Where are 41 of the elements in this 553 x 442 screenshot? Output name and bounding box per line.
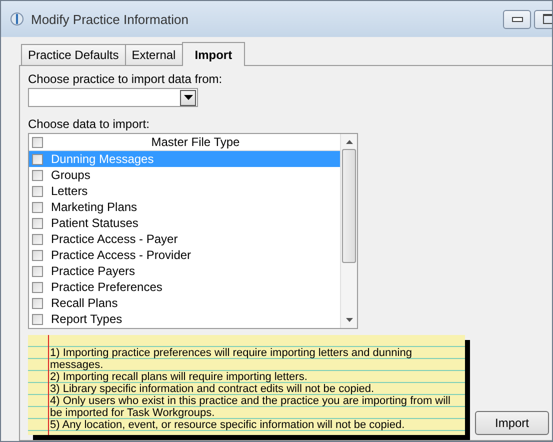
checkbox[interactable] — [32, 298, 43, 308]
tab[interactable]: External — [124, 44, 183, 65]
checkbox[interactable] — [32, 170, 43, 180]
column-header: Master File Type — [150, 135, 241, 149]
select-all-checkbox[interactable] — [32, 136, 43, 148]
practice-dropdown[interactable] — [28, 88, 198, 107]
list-row[interactable]: Recall Plans — [29, 295, 340, 311]
note-text: 4) Only users who exist in this practice and the practice you are importing from will be imported for Task Workgroups. — [50, 395, 452, 419]
note-text: 1) Importing practice preferences will require importing letters and dunning messages. — [50, 347, 413, 371]
note-text: 2) Importing recall plans will require importing letters. — [50, 371, 308, 383]
list-row[interactable]: Patient Statuses — [29, 215, 340, 231]
tab[interactable]: Import — [182, 42, 246, 66]
list-row[interactable]: Practice Payers — [29, 263, 340, 279]
checkbox[interactable] — [32, 218, 43, 228]
field-label: Choose data to import: — [28, 117, 150, 131]
app-icon — [9, 11, 25, 27]
field-label: Choose practice to import data from: — [28, 72, 224, 86]
checkbox[interactable] — [32, 314, 43, 324]
checkbox[interactable] — [32, 234, 43, 244]
list-row[interactable]: Practice Access - Provider — [29, 247, 340, 263]
note-text: 3) Library specific information and contract edits will not be copied. — [50, 383, 376, 395]
checkbox[interactable] — [32, 186, 43, 196]
checkbox[interactable] — [32, 282, 43, 292]
checkbox[interactable] — [32, 266, 43, 276]
import-button[interactable]: Import — [475, 411, 549, 435]
scroll-up-icon[interactable] — [346, 140, 352, 144]
list-row[interactable]: Practice Access - Payer — [29, 231, 340, 247]
list-row[interactable]: Letters — [29, 183, 340, 199]
list-row[interactable]: Groups — [29, 167, 340, 183]
scroll-down-icon[interactable] — [346, 318, 352, 322]
list-row[interactable]: Practice Preferences — [29, 279, 340, 295]
list-row[interactable]: Report Types — [29, 311, 340, 327]
window-title: Modify Practice Information — [31, 12, 189, 26]
tab[interactable]: Practice Defaults — [21, 44, 126, 65]
checkbox[interactable] — [32, 202, 43, 212]
checkbox[interactable] — [32, 154, 43, 164]
checkbox[interactable] — [32, 250, 43, 260]
note-text: 5) Any location, event, or resource specific information will not be copied. — [50, 419, 406, 431]
list-row[interactable]: Marketing Plans — [29, 199, 340, 215]
minimize-button[interactable] — [503, 10, 531, 28]
scrollbar[interactable] — [340, 134, 357, 328]
